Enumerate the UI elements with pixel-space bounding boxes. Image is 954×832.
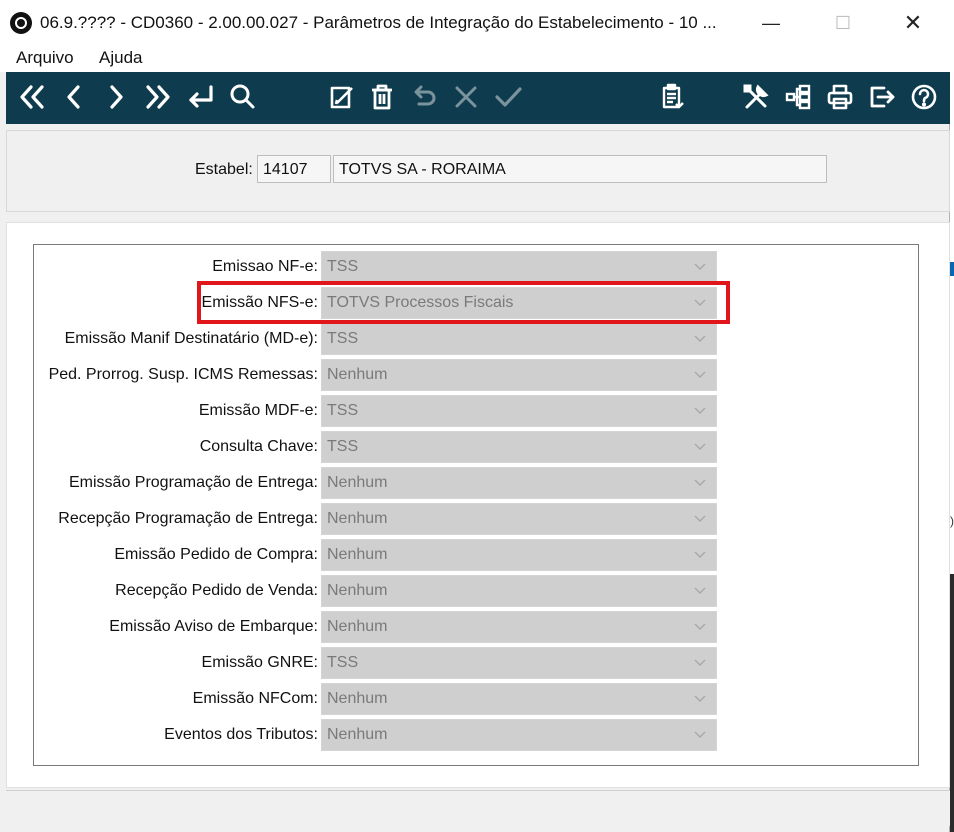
chevron-down-icon <box>692 654 708 670</box>
emissao-prog-entrega-label: Emissão Programação de Entrega: <box>68 474 318 491</box>
chevron-down-icon <box>692 438 708 454</box>
consulta-chave-select[interactable]: TSS <box>321 431 717 463</box>
emissao-gnre-label: Emissão GNRE: <box>201 654 318 671</box>
emissao-nfse-value: TOTVS Processos Fiscais <box>327 294 514 311</box>
emissao-nfse-select[interactable]: TOTVS Processos Fiscais <box>321 287 717 319</box>
status-bar <box>6 790 950 826</box>
recepcao-pedido-venda-label: Recepção Pedido de Venda: <box>115 582 318 599</box>
last-record-icon[interactable] <box>140 79 176 115</box>
ped-prorrog-icms-select[interactable]: Nenhum <box>321 359 717 391</box>
emissao-nfse-label: Emissão NFS-e: <box>201 294 318 311</box>
undo-icon[interactable] <box>406 79 442 115</box>
ped-prorrog-icms-value: Nenhum <box>327 366 388 383</box>
first-record-icon[interactable] <box>14 79 50 115</box>
emissao-nfcom-select[interactable]: Nenhum <box>321 683 717 715</box>
consulta-chave-value: TSS <box>327 438 359 455</box>
emissao-aviso-embarque-select[interactable]: Nenhum <box>321 611 717 643</box>
menu-arquivo[interactable]: Arquivo <box>16 48 74 68</box>
goto-icon[interactable] <box>182 79 218 115</box>
estabel-code-field[interactable]: 14107 <box>257 155 331 183</box>
emissao-pedido-compra-label: Emissão Pedido de Compra: <box>114 546 318 563</box>
recepcao-prog-entrega-select[interactable]: Nenhum <box>321 503 717 535</box>
delete-icon[interactable] <box>364 79 400 115</box>
next-record-icon[interactable] <box>98 79 134 115</box>
emissao-pedido-compra-value: Nenhum <box>327 546 388 563</box>
chevron-down-icon <box>692 618 708 634</box>
previous-record-icon[interactable] <box>56 79 92 115</box>
chevron-down-icon <box>692 690 708 706</box>
minimize-button[interactable]: — <box>748 8 794 38</box>
recepcao-prog-entrega-label: Recepção Programação de Entrega: <box>58 510 318 527</box>
menu-bar: Arquivo Ajuda <box>0 44 950 72</box>
estabel-name-field: TOTVS SA - RORAIMA <box>333 155 827 183</box>
emissao-nfcom-value: Nenhum <box>327 690 388 707</box>
eventos-tributos-value: Nenhum <box>327 726 388 743</box>
search-icon[interactable] <box>224 79 260 115</box>
title-bar: 06.9.???? - CD0360 - 2.00.00.027 - Parâm… <box>0 0 950 44</box>
background-window-edge: ) <box>950 0 954 832</box>
emissao-gnre-select[interactable]: TSS <box>321 647 717 679</box>
emissao-nfe-select[interactable]: TSS <box>321 251 717 283</box>
background-window-glyph: ) <box>950 514 954 528</box>
eventos-tributos-select[interactable]: Nenhum <box>321 719 717 751</box>
chevron-down-icon <box>692 366 708 382</box>
print-icon[interactable] <box>822 79 858 115</box>
form-panel: Emissao NF-e: TSS Emissão NFS-e: TOTVS Proc… <box>6 222 950 788</box>
maximize-button[interactable]: ☐ <box>820 8 866 38</box>
emissao-mdfe-value: TSS <box>327 402 359 419</box>
emissao-nfcom-label: Emissão NFCom: <box>192 690 318 707</box>
exit-icon[interactable] <box>864 79 900 115</box>
edit-icon[interactable] <box>324 79 360 115</box>
application-window: 06.9.???? - CD0360 - 2.00.00.027 - Parâm… <box>0 0 950 832</box>
recepcao-prog-entrega-value: Nenhum <box>327 510 388 527</box>
emissao-prog-entrega-value: Nenhum <box>327 474 388 491</box>
chevron-down-icon <box>692 546 708 562</box>
emissao-pedido-compra-select[interactable]: Nenhum <box>321 539 717 571</box>
cancel-icon[interactable] <box>448 79 484 115</box>
ped-prorrog-icms-label: Ped. Prorrog. Susp. ICMS Remessas: <box>48 366 318 383</box>
background-window-dark-area <box>950 574 954 832</box>
chevron-down-icon <box>692 582 708 598</box>
recepcao-pedido-venda-select[interactable]: Nenhum <box>321 575 717 607</box>
emissao-nfe-label: Emissao NF-e: <box>212 258 318 275</box>
chevron-down-icon <box>692 510 708 526</box>
eventos-tributos-label: Eventos dos Tributos: <box>164 726 318 743</box>
confirm-icon[interactable] <box>490 79 526 115</box>
emissao-mde-select[interactable]: TSS <box>321 323 717 355</box>
chevron-down-icon <box>692 330 708 346</box>
chevron-down-icon <box>692 726 708 742</box>
help-icon[interactable] <box>906 79 942 115</box>
emissao-prog-entrega-select[interactable]: Nenhum <box>321 467 717 499</box>
estabel-label: Estabel: <box>195 161 253 178</box>
recepcao-pedido-venda-value: Nenhum <box>327 582 388 599</box>
hierarchy-icon[interactable] <box>780 79 816 115</box>
consulta-chave-label: Consulta Chave: <box>199 438 318 455</box>
emissao-aviso-embarque-value: Nenhum <box>327 618 388 635</box>
chevron-down-icon <box>692 258 708 274</box>
emissao-nfe-value: TSS <box>327 258 359 275</box>
tools-icon[interactable] <box>738 79 774 115</box>
close-button[interactable]: ✕ <box>890 8 936 38</box>
emissao-mde-label: Emissão Manif Destinatário (MD-e): <box>64 330 318 347</box>
chevron-down-icon <box>692 402 708 418</box>
emissao-mde-value: TSS <box>327 330 359 347</box>
emissao-aviso-embarque-label: Emissão Aviso de Embarque: <box>109 618 318 635</box>
app-logo-icon <box>10 12 32 34</box>
window-title: 06.9.???? - CD0360 - 2.00.00.027 - Parâm… <box>40 13 717 32</box>
chevron-down-icon <box>692 294 708 310</box>
clipboard-icon[interactable] <box>654 79 690 115</box>
toolbar <box>6 72 950 124</box>
chevron-down-icon <box>692 474 708 490</box>
emissao-mdfe-label: Emissão MDF-e: <box>198 402 318 419</box>
menu-ajuda[interactable]: Ajuda <box>99 48 142 68</box>
emissao-gnre-value: TSS <box>327 654 359 671</box>
emissao-mdfe-select[interactable]: TSS <box>321 395 717 427</box>
integration-parameters-group: Emissao NF-e: TSS Emissão NFS-e: TOTVS Proc… <box>33 244 919 766</box>
background-window-marker <box>950 262 954 276</box>
header-panel: Estabel: 14107 TOTVS SA - RORAIMA <box>6 130 950 212</box>
